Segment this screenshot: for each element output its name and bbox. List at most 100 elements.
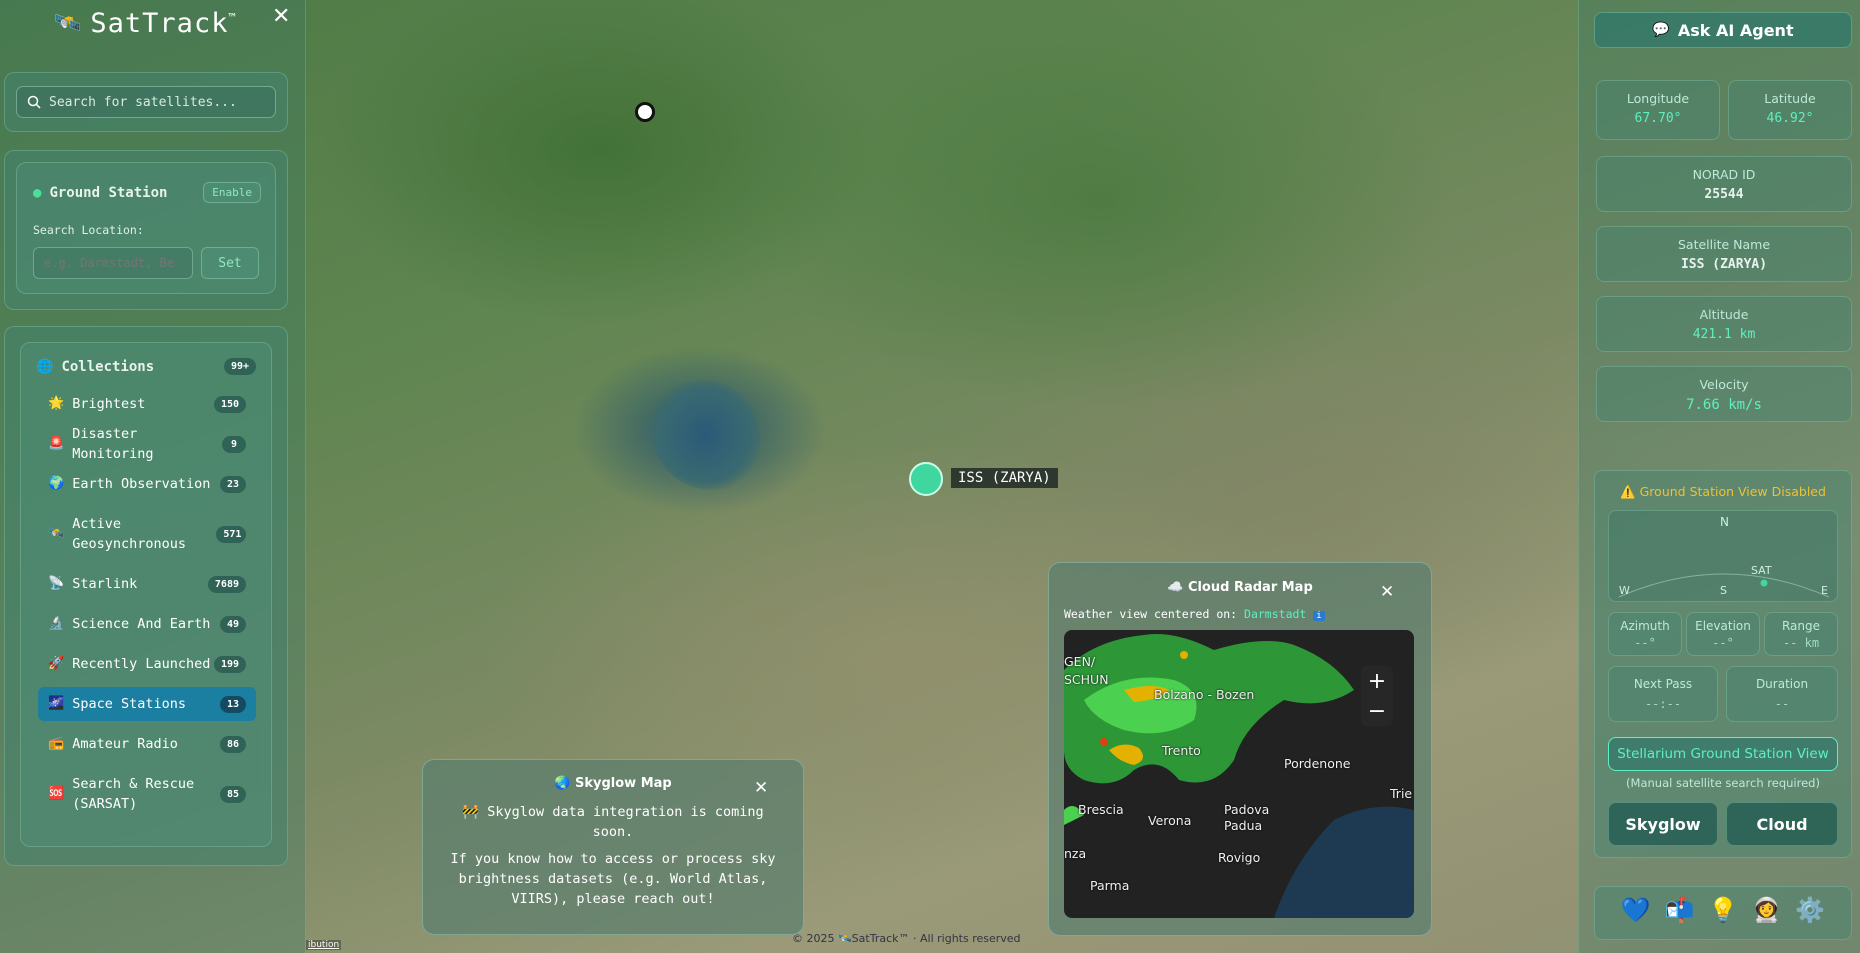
next-pass-value: --:-- bbox=[1644, 697, 1682, 711]
collection-count: 13 bbox=[219, 695, 246, 713]
satellite-name-label: Satellite Name bbox=[1677, 237, 1771, 252]
compass-e: E bbox=[1821, 584, 1828, 597]
warning-icon: ⚠️ bbox=[1620, 484, 1636, 499]
collection-label: Earth Observation bbox=[72, 476, 211, 492]
compass-w: W bbox=[1619, 584, 1630, 597]
radar-place-label: Verona bbox=[1148, 813, 1192, 828]
collection-item[interactable]: 📻 Amateur Radio 86 bbox=[38, 727, 256, 761]
collection-icon: 🆘 bbox=[48, 786, 65, 801]
stellarium-button[interactable]: Stellarium Ground Station View bbox=[1608, 737, 1838, 771]
collection-item[interactable]: 📡 Starlink 7689 bbox=[38, 567, 256, 601]
radar-place-label: Padova Padua bbox=[1224, 802, 1270, 833]
elevation-value: --° bbox=[1712, 636, 1734, 650]
iss-label: ISS (ZARYA) bbox=[951, 468, 1058, 488]
radar-place-label: Pordenone bbox=[1284, 756, 1351, 771]
radar-place-label: SCHUN bbox=[1064, 672, 1109, 687]
collections-header: 🌐 Collections 99+ bbox=[36, 358, 256, 375]
skyglow-coming-text: 🚧 Skyglow data integration is coming soo… bbox=[462, 804, 764, 840]
latitude-label: Latitude bbox=[1764, 91, 1816, 106]
cloud-location-link[interactable]: Darmstadt bbox=[1244, 607, 1306, 621]
radar-map[interactable]: Bolzano - Bozen Trento Pordenone Brescia Ver… bbox=[1064, 630, 1414, 918]
collection-label: Brightest bbox=[72, 396, 146, 412]
stellarium-note: (Manual satellite search required) bbox=[1626, 776, 1820, 790]
azimuth-card: Azimuth --° bbox=[1608, 612, 1682, 656]
radar-place-label: Parma bbox=[1090, 878, 1130, 893]
duration-label: Duration bbox=[1755, 677, 1809, 691]
skyglow-close-button[interactable]: ✕ bbox=[754, 778, 768, 798]
norad-card: NORAD ID 25544 bbox=[1596, 156, 1852, 212]
collection-label: Space Stations bbox=[72, 696, 186, 712]
latitude-value: 46.92° bbox=[1766, 111, 1814, 126]
zoom-out-button[interactable]: − bbox=[1361, 696, 1393, 726]
lightbulb-icon[interactable]: 💡 bbox=[1708, 896, 1738, 924]
collection-icon: 📡 bbox=[48, 576, 65, 591]
mailbox-icon[interactable]: 📬 bbox=[1664, 896, 1694, 924]
footer: © 2025 🛰️SatTrack™ · All rights reserved bbox=[792, 932, 1021, 945]
satellite-icon: 🛰️ bbox=[54, 11, 83, 36]
iss-marker[interactable] bbox=[909, 462, 943, 496]
collection-item[interactable]: 🚨 Disaster Monitoring 9 bbox=[38, 426, 256, 462]
info-icon[interactable]: i bbox=[1313, 611, 1325, 621]
ground-station-enable-toggle[interactable]: Enable bbox=[203, 182, 261, 203]
cloud-button[interactable]: Cloud bbox=[1726, 802, 1838, 846]
collection-item[interactable]: 🚀 Recently Launched 199 bbox=[38, 647, 256, 681]
heart-icon[interactable]: 💙 bbox=[1621, 896, 1651, 924]
collection-icon: 🔬 bbox=[48, 616, 65, 631]
gear-icon[interactable]: ⚙️ bbox=[1795, 896, 1825, 924]
skyglow-title: 🌏 Skyglow Map bbox=[422, 776, 804, 791]
collection-label: Recently Launched bbox=[72, 656, 211, 672]
collection-label: Amateur Radio bbox=[72, 736, 178, 752]
cloud-close-button[interactable]: ✕ bbox=[1380, 582, 1394, 602]
range-value: -- km bbox=[1782, 636, 1820, 650]
collection-label: Starlink bbox=[72, 576, 138, 592]
compass-s: S bbox=[1720, 584, 1727, 597]
radar-place-label: Rovigo bbox=[1218, 850, 1261, 865]
collection-item[interactable]: 🌟 Brightest 150 bbox=[38, 387, 256, 421]
app-logo: 🛰️ SatTrack™ bbox=[54, 8, 237, 39]
search-icon bbox=[27, 95, 41, 109]
collection-count: 85 bbox=[219, 785, 246, 803]
gs-view-warning-text: Ground Station View Disabled bbox=[1639, 484, 1826, 499]
collection-item[interactable]: 🌍 Earth Observation 23 bbox=[38, 467, 256, 501]
collection-icon: 🌌 bbox=[48, 696, 65, 711]
compass-n: N bbox=[1720, 515, 1729, 529]
collection-icon: 🌟 bbox=[48, 396, 65, 411]
radar-place-label: Bolzano - Bozen bbox=[1154, 687, 1255, 702]
location-pin-icon: ● bbox=[33, 184, 42, 201]
map-attribution[interactable]: ibution bbox=[306, 940, 342, 950]
collection-item[interactable]: 🛰️ Active Geosynchronous 571 bbox=[38, 507, 256, 561]
search-input[interactable] bbox=[49, 94, 259, 110]
longitude-card: Longitude 67.70° bbox=[1596, 80, 1720, 140]
collection-icon: 🛰️ bbox=[48, 526, 65, 541]
norad-value: 25544 bbox=[1704, 187, 1744, 202]
duration-card: Duration -- bbox=[1726, 666, 1838, 722]
astronaut-icon[interactable]: 👩‍🚀 bbox=[1752, 896, 1782, 924]
norad-label: NORAD ID bbox=[1692, 167, 1756, 182]
altitude-label: Altitude bbox=[1699, 307, 1749, 322]
velocity-value: 7.66 km/s bbox=[1686, 397, 1762, 413]
satellite-marker[interactable] bbox=[635, 102, 655, 122]
globe-icon: 🌏 bbox=[554, 776, 571, 791]
radar-place-label: Trento bbox=[1162, 743, 1201, 758]
location-input[interactable] bbox=[33, 247, 193, 279]
sky-compass: N W S E SAT bbox=[1608, 510, 1838, 602]
skyglow-button[interactable]: Skyglow bbox=[1608, 802, 1718, 846]
search-location-label: Search Location: bbox=[33, 223, 144, 237]
trademark: ™ bbox=[228, 11, 237, 25]
collection-item[interactable]: 🔬 Science And Earth 49 bbox=[38, 607, 256, 641]
set-location-button[interactable]: Set bbox=[201, 247, 259, 279]
velocity-card: Velocity 7.66 km/s bbox=[1596, 366, 1852, 422]
altitude-value: 421.1 km bbox=[1692, 327, 1756, 342]
close-sidebar-button[interactable]: ✕ bbox=[272, 4, 290, 29]
collection-item[interactable]: 🌌 Space Stations 13 bbox=[38, 687, 256, 721]
skyglow-title-text: Skyglow Map bbox=[574, 776, 672, 791]
collection-count: 49 bbox=[219, 615, 246, 633]
collection-item[interactable]: 🆘 Search & Rescue (SARSAT) 85 bbox=[38, 767, 256, 821]
zoom-in-button[interactable]: + bbox=[1361, 666, 1393, 696]
collection-count: 199 bbox=[213, 655, 246, 673]
satellite-search[interactable] bbox=[16, 86, 276, 118]
ask-ai-agent-button[interactable]: 💬 Ask AI Agent bbox=[1594, 12, 1852, 48]
zoom-control: + − bbox=[1361, 666, 1393, 726]
azimuth-value: --° bbox=[1634, 636, 1656, 650]
compass-sat-label: SAT bbox=[1751, 564, 1772, 577]
